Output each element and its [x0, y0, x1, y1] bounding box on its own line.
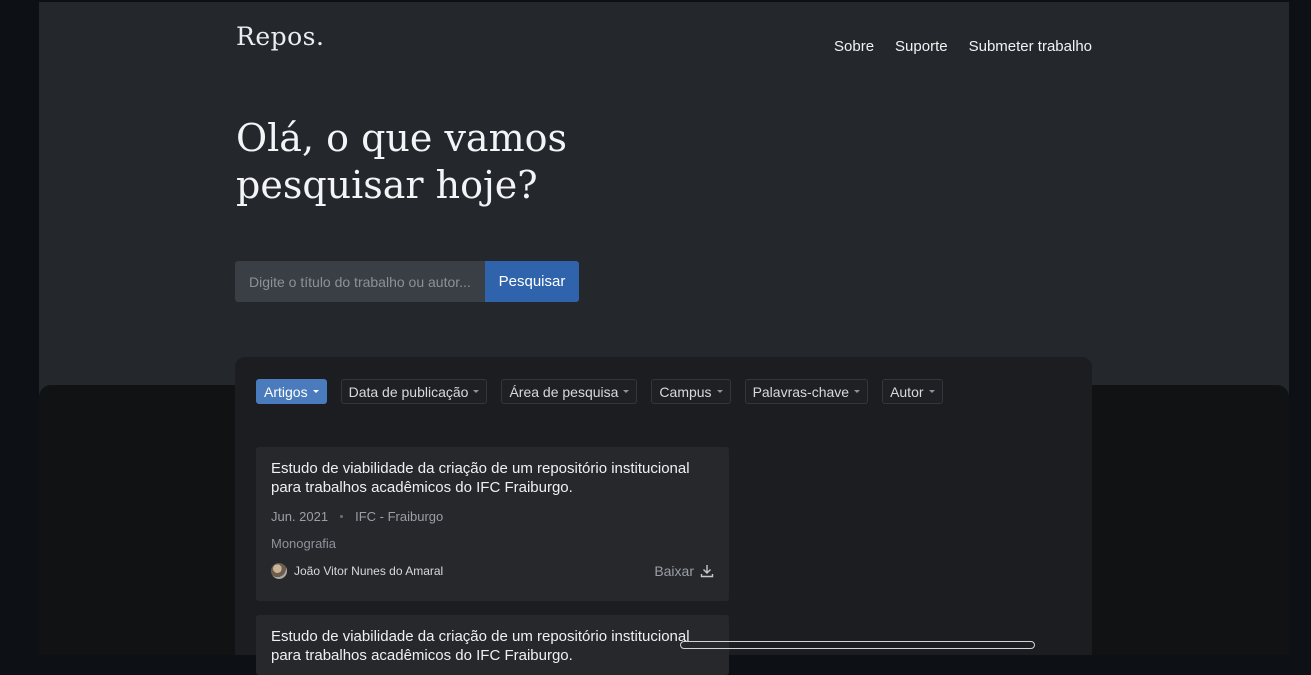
download-button[interactable]: Baixar — [654, 563, 714, 579]
caret-down-icon — [623, 390, 630, 393]
caret-down-icon — [928, 390, 935, 393]
filter-label: Palavras-chave — [752, 383, 850, 400]
result-title[interactable]: Estudo de viabilidade da criação de um r… — [271, 459, 714, 497]
results-panel: Artigos Data de publicação Área de pesqu… — [235, 357, 1092, 675]
result-author[interactable]: João Vitor Nunes do Amaral — [271, 563, 443, 579]
result-date: Jun. 2021 — [271, 509, 329, 524]
result-footer: João Vitor Nunes do Amaral Baixar — [271, 563, 714, 579]
avatar — [271, 563, 287, 579]
download-icon — [700, 565, 714, 578]
horizontal-scrollbar[interactable] — [680, 641, 1035, 649]
filter-palavras-chave[interactable]: Palavras-chave — [744, 379, 869, 404]
caret-down-icon — [312, 390, 319, 393]
hero-title: Olá, o que vamos pesquisar hoje? — [236, 115, 756, 209]
filter-artigos[interactable]: Artigos — [256, 379, 327, 404]
filter-campus[interactable]: Campus — [651, 379, 731, 404]
brand-logo[interactable]: Repos. — [236, 22, 324, 51]
search-button[interactable]: Pesquisar — [485, 261, 579, 302]
hero-title-line-2: pesquisar hoje? — [236, 163, 538, 207]
result-card[interactable]: Estudo de viabilidade da criação de um r… — [256, 447, 729, 601]
caret-down-icon — [854, 390, 861, 393]
filter-label: Artigos — [264, 383, 308, 400]
result-title[interactable]: Estudo de viabilidade da criação de um r… — [271, 627, 714, 665]
search-input[interactable] — [235, 261, 485, 302]
author-name: João Vitor Nunes do Amaral — [294, 564, 444, 578]
separator-dot — [340, 515, 344, 518]
top-nav: Sobre Suporte Submeter trabalho — [834, 38, 1092, 55]
result-campus: IFC - Fraiburgo — [355, 509, 444, 524]
filter-area-de-pesquisa[interactable]: Área de pesquisa — [501, 379, 638, 404]
caret-down-icon — [716, 390, 723, 393]
hero-title-line-1: Olá, o que vamos — [236, 116, 567, 160]
caret-down-icon — [473, 390, 480, 393]
filter-label: Área de pesquisa — [509, 383, 619, 400]
nav-item-submeter-trabalho[interactable]: Submeter trabalho — [969, 38, 1092, 55]
download-label: Baixar — [654, 563, 694, 579]
result-card[interactable]: Estudo de viabilidade da criação de um r… — [256, 615, 729, 675]
filter-label: Autor — [890, 383, 924, 400]
result-meta: Jun. 2021 IFC - Fraiburgo — [271, 509, 714, 524]
nav-item-suporte[interactable]: Suporte — [895, 38, 948, 55]
search-bar: Pesquisar — [235, 261, 579, 302]
result-type: Monografia — [271, 536, 337, 551]
filter-data-de-publicacao[interactable]: Data de publicação — [340, 379, 488, 404]
nav-item-sobre[interactable]: Sobre — [834, 38, 874, 55]
filter-label: Data de publicação — [348, 383, 469, 400]
filter-autor[interactable]: Autor — [882, 379, 943, 404]
filter-label: Campus — [659, 383, 712, 400]
filter-bar: Artigos Data de publicação Área de pesqu… — [256, 379, 943, 404]
